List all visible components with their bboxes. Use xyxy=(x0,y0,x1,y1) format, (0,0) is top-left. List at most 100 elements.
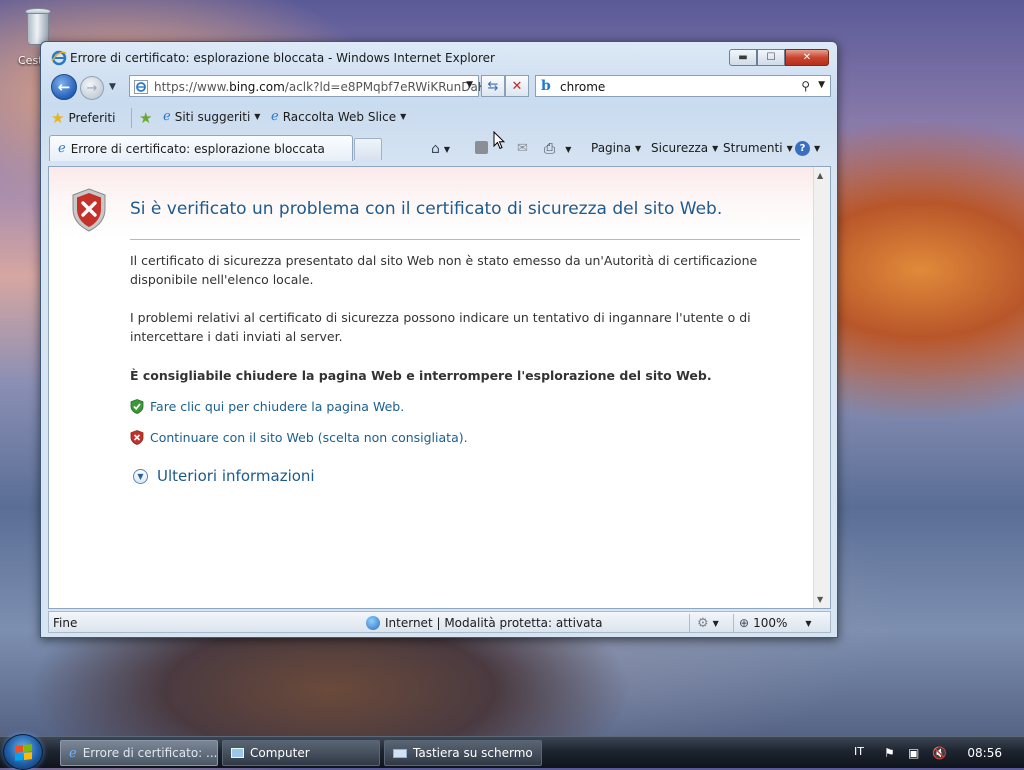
taskbar-item-computer[interactable]: Computer xyxy=(222,740,380,766)
refresh-icon: ⇆ xyxy=(487,78,499,94)
error-shield-icon xyxy=(72,188,106,232)
continue-to-website-link[interactable]: Continuare con il sito Web (scelta non c… xyxy=(130,430,468,445)
status-separator xyxy=(733,614,734,632)
navigation-bar: ← → ▼ https://www.bing.com/aclk?ld=e8PMq… xyxy=(47,72,831,102)
read-mail-button[interactable]: ✉ xyxy=(517,141,528,156)
address-bar[interactable]: https://www.bing.com/aclk?ld=e8PMqbf7eRW… xyxy=(129,75,486,97)
page-ie-icon: ℯ xyxy=(58,141,66,156)
favorites-bar: ★ Preferiti ★ ℯ Siti suggeriti ▼ ℯ Racco… xyxy=(47,105,831,131)
status-separator xyxy=(689,614,690,632)
back-button[interactable]: ← xyxy=(51,74,77,100)
rss-feed-icon xyxy=(475,141,488,154)
chevron-down-icon: ▼ xyxy=(565,144,572,154)
web-slice-gallery-button[interactable]: ℯ Raccolta Web Slice ▼ xyxy=(271,109,406,124)
status-bar: Fine Internet | Modalità protetta: attiv… xyxy=(48,611,831,633)
new-tab-button[interactable] xyxy=(354,138,382,160)
title-bar[interactable]: Errore di certificato: esplorazione bloc… xyxy=(41,42,837,72)
web-slice-gallery-label: Raccolta Web Slice xyxy=(282,109,397,124)
chevron-down-icon: ▼ xyxy=(786,143,793,153)
recycle-bin-icon xyxy=(23,6,53,46)
gear-lock-icon: ⚙ xyxy=(697,616,709,631)
favorites-star-icon: ★ xyxy=(51,109,65,127)
suggested-sites-button[interactable]: ℯ Siti suggeriti ▼ xyxy=(163,109,260,124)
close-page-link[interactable]: Fare clic qui per chiudere la pagina Web… xyxy=(130,399,404,414)
search-input[interactable]: chrome xyxy=(560,80,605,94)
page-ie-icon: ℯ xyxy=(271,109,279,124)
vertical-scrollbar[interactable]: ▲ ▼ xyxy=(813,167,830,608)
print-button[interactable]: ⎙ ▼ xyxy=(544,141,571,157)
chevron-down-icon: ▼ xyxy=(712,143,719,153)
taskbar-item-ie[interactable]: ℯ Errore di certificato: ... xyxy=(60,740,218,766)
start-button[interactable] xyxy=(3,734,43,770)
search-box[interactable]: b chrome ⚲ ▼ xyxy=(535,75,831,97)
scroll-down-icon[interactable]: ▼ xyxy=(817,595,823,604)
chevron-down-icon: ▼ xyxy=(712,619,719,628)
add-favorite-star-icon: ★ xyxy=(139,109,153,127)
search-options-dropdown-icon[interactable]: ▼ xyxy=(818,80,825,90)
forward-button[interactable]: → xyxy=(80,76,104,100)
scroll-up-icon[interactable]: ▲ xyxy=(817,171,823,180)
mail-icon: ✉ xyxy=(517,141,528,156)
safety-menu-button[interactable]: Sicurezza ▼ xyxy=(651,141,718,155)
home-icon: ⌂ xyxy=(431,141,440,157)
chevron-down-icon: ▼ xyxy=(400,112,407,121)
page-ie-icon: ℯ xyxy=(163,109,171,124)
tools-menu-button[interactable]: Strumenti ▼ xyxy=(723,141,793,155)
magnifier-icon: ⊕ xyxy=(739,616,750,630)
expand-chevron-icon: ▼ xyxy=(133,468,148,484)
risk-explanation: I problemi relativi al certificato di si… xyxy=(130,310,751,344)
home-button[interactable]: ⌂ ▼ xyxy=(431,141,450,157)
language-indicator[interactable]: IT xyxy=(854,745,864,758)
chevron-down-icon: ▼ xyxy=(634,143,642,153)
taskbar: ℯ Errore di certificato: ... Computer Ta… xyxy=(0,734,1024,770)
refresh-button[interactable]: ⇆ xyxy=(481,75,505,97)
page-menu-label: Pagina xyxy=(591,141,631,155)
protected-mode-button[interactable]: ⚙ ▼ xyxy=(697,616,719,631)
address-url[interactable]: https://www.bing.com/aclk?ld=e8PMqbf7eRW… xyxy=(154,80,486,94)
chevron-down-icon: ▼ xyxy=(254,112,261,121)
page-menu-button[interactable]: Pagina ▼ xyxy=(591,141,641,155)
chevron-down-icon: ▼ xyxy=(443,144,451,154)
green-shield-check-icon xyxy=(130,399,144,414)
page-ie-icon xyxy=(134,80,148,94)
volume-muted-icon[interactable]: 🔇 xyxy=(932,746,947,760)
error-heading: Si è verificato un problema con il certi… xyxy=(130,199,723,219)
close-button[interactable]: ✕ xyxy=(785,49,829,66)
forward-arrow-icon: → xyxy=(86,80,98,96)
flag-icon[interactable]: ⚑ xyxy=(884,746,895,760)
zoom-level: 100% xyxy=(753,616,788,630)
clock[interactable]: 08:56 xyxy=(967,746,1002,760)
ie-logo-icon xyxy=(51,50,67,66)
window-title: Errore di certificato: esplorazione bloc… xyxy=(70,51,495,65)
caption-buttons: ▬ ☐ ✕ xyxy=(729,49,829,66)
ie-window: Errore di certificato: esplorazione bloc… xyxy=(40,41,838,638)
zoom-control[interactable]: ⊕ 100% ▼ xyxy=(739,616,812,630)
red-shield-x-icon xyxy=(130,430,144,445)
feeds-button[interactable] xyxy=(475,141,488,154)
help-button[interactable]: ? ▼ xyxy=(795,141,820,156)
more-information-toggle[interactable]: ▼ Ulteriori informazioni xyxy=(133,467,315,485)
recent-pages-dropdown[interactable]: ▼ xyxy=(109,82,116,92)
minimize-button[interactable]: ▬ xyxy=(729,49,757,66)
stop-button[interactable]: ✕ xyxy=(505,75,529,97)
taskbar-item-on-screen-keyboard[interactable]: Tastiera su schermo xyxy=(384,740,542,766)
stop-icon: ✕ xyxy=(511,78,523,94)
help-icon: ? xyxy=(795,141,810,156)
keyboard-icon xyxy=(393,748,407,758)
heading-divider xyxy=(130,239,800,240)
maximize-button[interactable]: ☐ xyxy=(757,49,785,66)
back-arrow-icon: ← xyxy=(57,78,71,96)
recommendation-text: È consigliabile chiudere la pagina Web e… xyxy=(130,368,712,383)
safety-menu-label: Sicurezza xyxy=(651,141,709,155)
bing-logo-icon: b xyxy=(541,78,551,94)
search-icon[interactable]: ⚲ xyxy=(801,79,810,93)
add-to-favorites-bar-button[interactable]: ★ xyxy=(139,109,152,127)
tab-active[interactable]: ℯ Errore di certificato: esplorazione bl… xyxy=(49,135,353,161)
favorites-label: Preferiti xyxy=(68,111,116,125)
suggested-sites-label: Siti suggeriti xyxy=(174,109,251,124)
tools-menu-label: Strumenti xyxy=(723,141,783,155)
network-icon[interactable]: ▣ xyxy=(908,746,919,760)
security-zone[interactable]: Internet | Modalità protetta: attivata xyxy=(366,616,602,630)
address-dropdown-icon[interactable]: ▼ xyxy=(466,80,473,90)
favorites-button[interactable]: ★ Preferiti xyxy=(51,109,115,127)
